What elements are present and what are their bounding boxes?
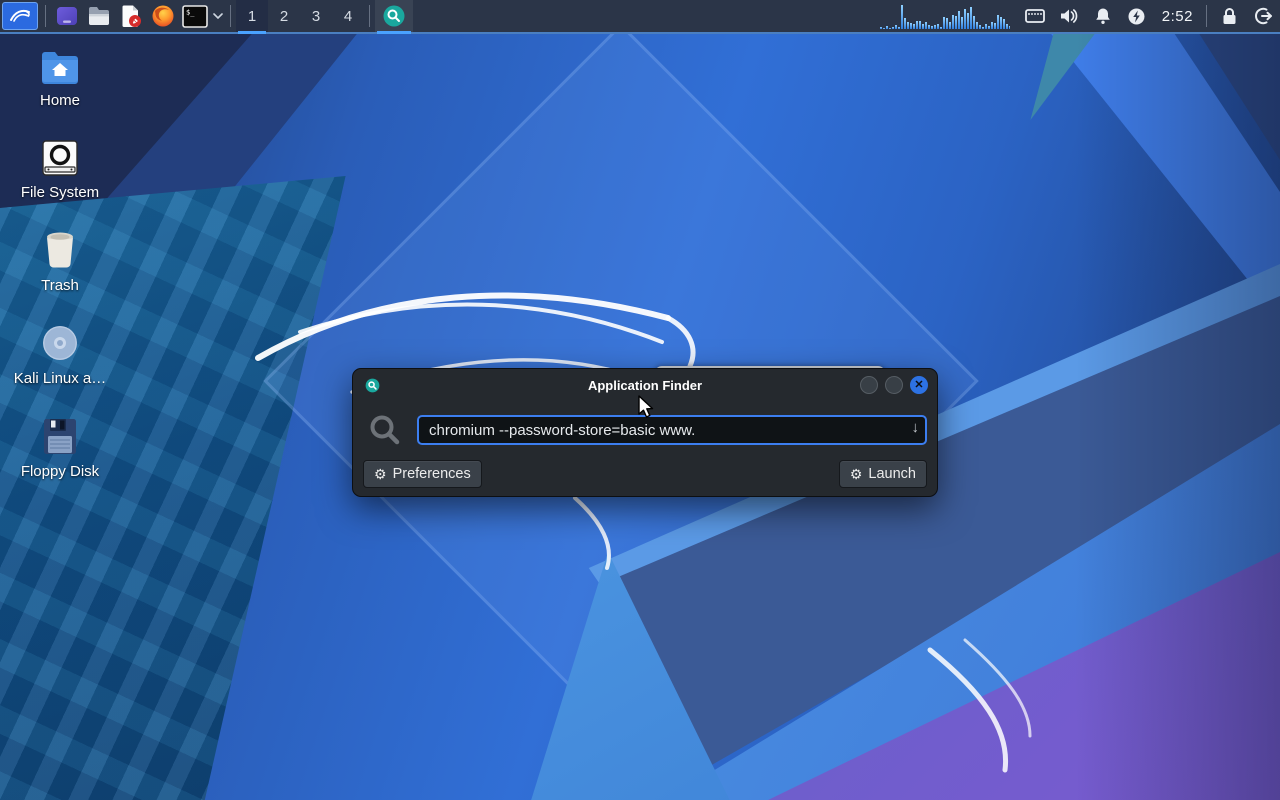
desktop-icon-label: Floppy Disk <box>21 463 99 480</box>
tray-notifications[interactable] <box>1086 0 1120 32</box>
minimize-button[interactable] <box>860 376 878 394</box>
taskbar-application-finder[interactable] <box>375 0 413 32</box>
workspace-4-label: 4 <box>344 8 352 25</box>
desktop-icon-home[interactable]: Home <box>12 44 108 109</box>
cd-disc-icon <box>41 322 79 362</box>
workspace-1[interactable]: 1 <box>236 0 268 32</box>
desktop-icon-label: Home <box>40 92 80 109</box>
desktop-icon-file-system[interactable]: File System <box>12 136 108 201</box>
desktop-icon-kali-cd[interactable]: Kali Linux a… <box>12 322 108 387</box>
kali-logo-icon <box>8 4 32 28</box>
keyboard-icon <box>1025 8 1045 24</box>
workspace-4[interactable]: 4 <box>332 0 364 32</box>
trash-icon <box>42 229 78 269</box>
launcher-dropdown-arrow[interactable] <box>211 0 225 32</box>
close-icon: ✕ <box>914 380 923 391</box>
panel-separator <box>1206 5 1207 27</box>
run-gear-icon: ⚙ <box>850 467 863 481</box>
bell-icon <box>1094 7 1112 25</box>
gear-icon: ⚙ <box>374 467 387 481</box>
lock-icon <box>1221 7 1238 26</box>
home-folder-icon <box>40 44 80 84</box>
mouse-cursor <box>637 395 659 419</box>
panel-separator <box>369 5 370 27</box>
maximize-button[interactable] <box>885 376 903 394</box>
firefox-icon <box>151 4 175 28</box>
clock-label: 2:52 <box>1162 8 1193 25</box>
launcher-firefox[interactable] <box>147 0 179 32</box>
logout-button[interactable] <box>1246 0 1280 32</box>
folder-icon <box>87 5 111 27</box>
network-monitor-graph[interactable] <box>880 3 1010 29</box>
hard-drive-icon <box>41 136 79 176</box>
desktop-icon-trash[interactable]: Trash <box>12 229 108 294</box>
launcher-files-app[interactable] <box>51 0 83 32</box>
tray-power-manager[interactable] <box>1120 0 1154 32</box>
tray-keyboard[interactable] <box>1018 0 1052 32</box>
launcher-file-manager[interactable] <box>83 0 115 32</box>
window-title: Application Finder <box>353 378 937 393</box>
document-edit-icon <box>119 4 143 28</box>
lock-screen-button[interactable] <box>1212 0 1246 32</box>
workspace-1-label: 1 <box>248 8 256 25</box>
terminal-icon: $_ <box>182 5 208 28</box>
workspace-2[interactable]: 2 <box>268 0 300 32</box>
top-panel: $_ 1 2 3 4 <box>0 0 1280 34</box>
purple-app-icon <box>55 4 79 28</box>
desktop-icon-floppy[interactable]: Floppy Disk <box>12 415 108 480</box>
panel-clock[interactable]: 2:52 <box>1154 0 1201 32</box>
launch-button-label: Launch <box>868 466 916 482</box>
tray-volume[interactable] <box>1052 0 1086 32</box>
close-button[interactable]: ✕ <box>910 376 928 394</box>
desktop: $_ 1 2 3 4 <box>0 0 1280 800</box>
search-icon <box>367 412 403 448</box>
panel-separator <box>230 5 231 27</box>
launcher-terminal[interactable]: $_ <box>179 0 211 32</box>
application-finder-icon <box>382 4 406 28</box>
workspace-3[interactable]: 3 <box>300 0 332 32</box>
floppy-disk-icon <box>42 415 78 455</box>
panel-separator <box>45 5 46 27</box>
speaker-icon <box>1059 7 1079 25</box>
search-input[interactable] <box>417 415 927 445</box>
desktop-icon-label: Trash <box>41 277 79 294</box>
desktop-icons: Home File System <box>12 44 108 494</box>
terminal-prompt-glyph: $_ <box>186 8 195 16</box>
workspace-2-label: 2 <box>280 8 288 25</box>
application-finder-window: Application Finder ✕ ↓ ⚙ Preferences <box>352 368 938 497</box>
chevron-down-icon <box>213 13 223 19</box>
launcher-text-editor[interactable] <box>115 0 147 32</box>
desktop-icon-label: Kali Linux a… <box>14 370 107 387</box>
power-circle-icon <box>1127 7 1146 26</box>
logout-icon <box>1253 6 1273 26</box>
preferences-button[interactable]: ⚙ Preferences <box>363 460 482 488</box>
combo-dropdown-arrow[interactable]: ↓ <box>912 419 920 436</box>
applications-menu-button[interactable] <box>2 2 38 30</box>
workspace-3-label: 3 <box>312 8 320 25</box>
network-graph-bars <box>880 3 1010 29</box>
launch-button[interactable]: ⚙ Launch <box>839 460 927 488</box>
preferences-button-label: Preferences <box>393 466 471 482</box>
desktop-icon-label: File System <box>21 184 99 201</box>
